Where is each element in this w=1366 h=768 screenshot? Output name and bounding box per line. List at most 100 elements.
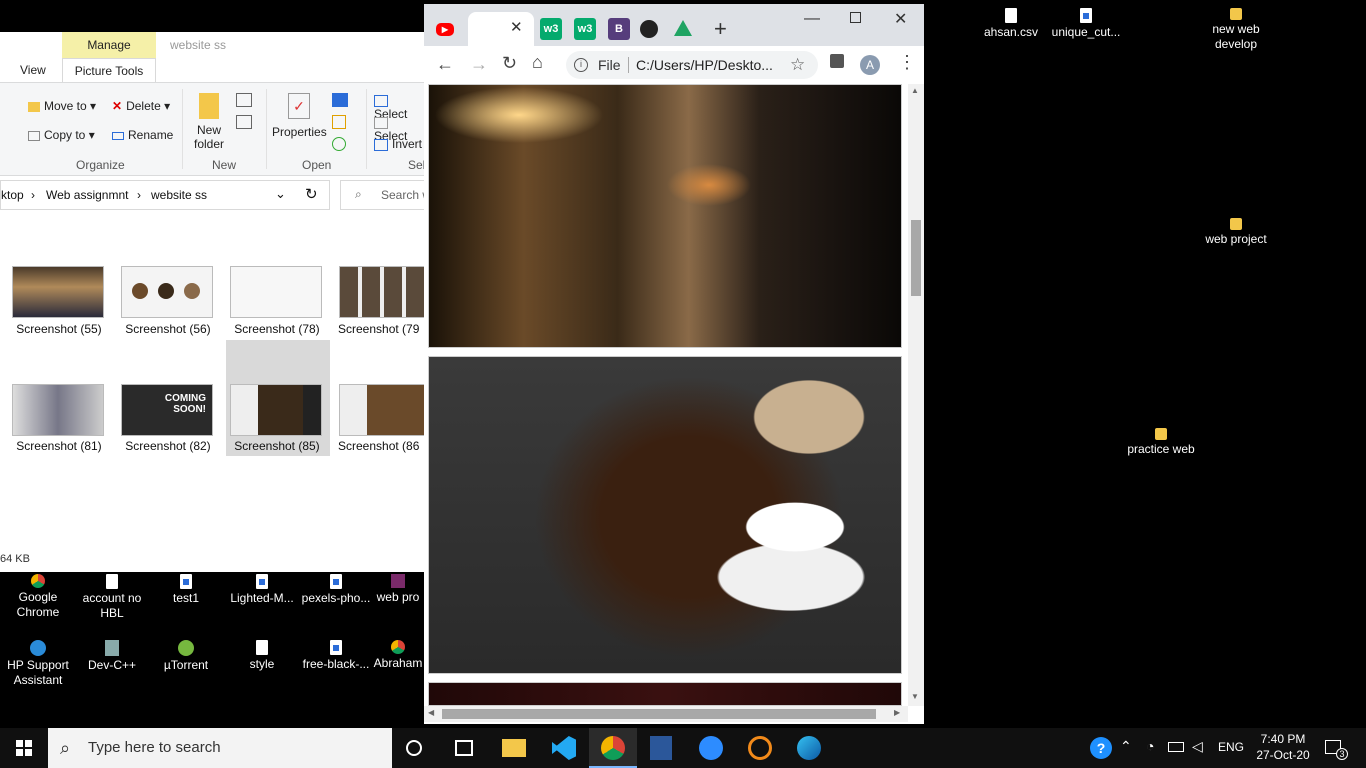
file-thumbnail[interactable] (12, 384, 104, 436)
refresh-icon[interactable]: ↻ (305, 185, 318, 203)
file-label[interactable]: Screenshot (85) (222, 439, 332, 453)
file-thumbnail[interactable] (339, 384, 424, 436)
scroll-thumb[interactable] (911, 220, 921, 296)
github-tab-icon[interactable] (640, 20, 658, 38)
home-icon[interactable]: ⌂ (532, 52, 543, 73)
volume-icon[interactable]: ◁ (1192, 738, 1203, 755)
google-drive-tab-icon[interactable] (674, 20, 692, 36)
file-label[interactable]: Screenshot (82) (113, 439, 223, 453)
breadcrumb-desktop[interactable]: ktop (1, 188, 24, 202)
hscroll-thumb[interactable] (442, 709, 876, 719)
reload-icon[interactable]: ↻ (502, 53, 517, 74)
desktop-icon-dev-cpp[interactable]: Dev-C++ (74, 640, 150, 673)
tab-picture-tools[interactable]: Picture Tools (62, 58, 156, 82)
desktop-icon-utorrent[interactable]: µTorrent (148, 640, 224, 673)
taskbar-search[interactable]: ⌕ Type here to search (48, 728, 392, 768)
battery-icon[interactable] (1168, 742, 1184, 752)
desktop-icon-practice-web[interactable]: practice web (1123, 428, 1199, 457)
move-to-button[interactable]: Move to ▾ (28, 99, 96, 113)
desktop-icon-lighted-m[interactable]: Lighted-M... (224, 574, 300, 606)
rename-button[interactable]: Rename (112, 128, 173, 142)
file-label[interactable]: Screenshot (78) (222, 322, 332, 336)
scroll-right-icon[interactable]: ▶ (894, 708, 900, 717)
desktop-icon-pexels-pho[interactable]: pexels-pho... (298, 574, 374, 606)
close-window-icon[interactable]: ✕ (894, 9, 907, 29)
file-thumbnail[interactable] (12, 266, 104, 318)
show-hidden-icons-icon[interactable]: ⌃ (1120, 738, 1132, 755)
file-label[interactable]: Screenshot (86 (331, 439, 424, 453)
copy-to-button[interactable]: Copy to ▾ (28, 128, 95, 142)
active-tab[interactable]: ✕ (468, 12, 534, 46)
menu-icon[interactable]: ⋮ (898, 53, 916, 71)
desktop-icon-ahsan-csv[interactable]: ahsan.csv (973, 8, 1049, 40)
profile-avatar[interactable]: A (860, 55, 880, 75)
vscode-taskbar-icon[interactable] (552, 736, 576, 760)
w3schools-tab-icon[interactable]: w3 (574, 18, 596, 40)
file-thumbnail[interactable] (121, 266, 213, 318)
desktop-icon-style[interactable]: style (224, 640, 300, 672)
word-taskbar-icon[interactable] (650, 736, 672, 760)
zoom-taskbar-icon[interactable] (699, 736, 723, 760)
scroll-down-icon[interactable]: ▼ (911, 692, 919, 701)
file-explorer-taskbar-icon[interactable] (502, 739, 526, 757)
edge-taskbar-icon[interactable] (797, 736, 821, 760)
desktop-icon-test1[interactable]: test1 (148, 574, 224, 606)
desktop-icon-web-pro[interactable]: web pro (372, 574, 424, 605)
tab-manage[interactable]: Manage (62, 32, 156, 58)
easy-access-icon[interactable] (236, 115, 252, 129)
address-bar[interactable]: ktop › Web assignmnt › website ss ⌄ ↻ (0, 180, 330, 210)
scroll-up-icon[interactable]: ▲ (911, 86, 919, 95)
maximize-icon[interactable] (850, 12, 861, 23)
edit-icon[interactable] (332, 115, 346, 129)
desktop-icon-hp-support[interactable]: HP Support Assistant (0, 640, 76, 688)
desktop-icon-google-chrome[interactable]: Google Chrome (0, 574, 76, 620)
eclipse-taskbar-icon[interactable] (748, 736, 772, 760)
omnibox[interactable]: i File C:/Users/HP/Deskto... ☆ (566, 51, 818, 79)
chrome-taskbar-icon[interactable] (601, 736, 625, 760)
new-item-icon[interactable] (236, 93, 252, 107)
help-tray-icon[interactable]: ? (1090, 737, 1112, 759)
youtube-tab-icon[interactable]: ▶ (436, 23, 454, 36)
history-icon[interactable] (332, 137, 346, 151)
new-folder-button[interactable]: New folder (190, 93, 228, 151)
new-tab-icon[interactable]: + (714, 16, 727, 42)
file-label[interactable]: Screenshot (79 (331, 322, 424, 336)
delete-button[interactable]: ✕ Delete ▾ (112, 99, 170, 113)
forward-icon[interactable]: → (470, 54, 488, 75)
horizontal-scrollbar[interactable]: ◀ ▶ (424, 706, 908, 722)
start-windows-icon[interactable] (16, 740, 32, 756)
file-thumbnail[interactable]: COMING SOON! (121, 384, 213, 436)
search-input[interactable]: ⌕ Search w (340, 180, 424, 210)
bootstrap-tab-icon[interactable]: B (608, 18, 630, 40)
desktop-icon-unique-cut[interactable]: unique_cut... (1048, 8, 1124, 40)
vertical-scrollbar[interactable]: ▲ ▼ (908, 84, 924, 706)
bookmark-star-icon[interactable]: ☆ (790, 51, 805, 79)
scroll-left-icon[interactable]: ◀ (428, 708, 434, 717)
back-icon[interactable]: ← (436, 54, 454, 75)
language-indicator[interactable]: ENG (1218, 740, 1244, 754)
desktop-icon-free-black[interactable]: free-black-... (298, 640, 374, 672)
properties-button[interactable]: ✓ Properties (272, 93, 327, 139)
desktop-icon-account-no-hbl[interactable]: account no HBL (74, 574, 150, 621)
file-thumbnail[interactable] (339, 266, 424, 318)
breadcrumb-website-ss[interactable]: website ss (151, 188, 207, 202)
clock[interactable]: 7:40 PM 27-Oct-20 (1252, 731, 1314, 763)
chevron-down-icon[interactable]: ⌄ (275, 186, 286, 202)
file-thumbnail[interactable] (230, 266, 322, 318)
task-view-icon[interactable] (455, 740, 473, 756)
cortana-icon[interactable] (406, 740, 422, 756)
open-icon[interactable] (332, 93, 348, 107)
file-thumbnail[interactable] (230, 384, 322, 436)
file-label[interactable]: Screenshot (55) (4, 322, 114, 336)
close-tab-icon[interactable]: ✕ (510, 18, 523, 36)
tab-view[interactable]: View (20, 58, 46, 82)
desktop-icon-web-project[interactable]: web project (1198, 218, 1274, 247)
breadcrumb-web-assignmnt[interactable]: Web assignmnt (46, 188, 128, 202)
desktop-icon-new-web-develop[interactable]: new web develop (1198, 8, 1274, 52)
file-label[interactable]: Screenshot (81) (4, 439, 114, 453)
desktop-icon-abraham[interactable]: Abraham (372, 640, 424, 671)
extensions-icon[interactable] (830, 54, 844, 68)
wifi-icon[interactable]: ◔ (1146, 738, 1154, 754)
file-label[interactable]: Screenshot (56) (113, 322, 223, 336)
minimize-icon[interactable]: — (804, 10, 820, 28)
